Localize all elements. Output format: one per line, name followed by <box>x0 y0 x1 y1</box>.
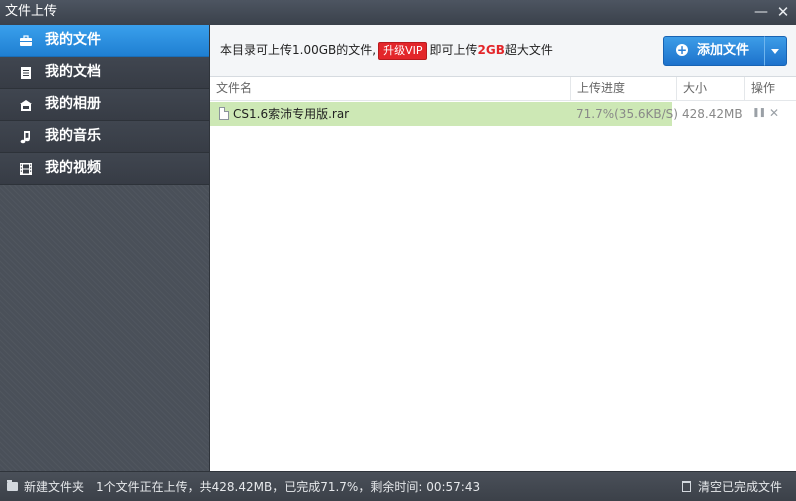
sidebar-item-my-files[interactable]: 我的文件 <box>0 25 209 57</box>
sidebar-item-my-photos[interactable]: 我的相册 <box>0 89 209 121</box>
upload-window: 文件上传 — ✕ 我的文件 我的文档 我的相册 我的音乐 我的视频 本目录可上传… <box>0 0 796 501</box>
quota-highlight: 2GB <box>477 43 505 57</box>
file-icon <box>219 107 229 120</box>
clear-completed-label: 清空已完成文件 <box>698 480 783 494</box>
quota-text-after: 超大文件 <box>504 43 553 57</box>
info-bar: 本目录可上传1.00GB的文件, 升级VIP 即可上传2GB超大文件 + 添加文件 <box>210 25 796 77</box>
sidebar: 我的文件 我的文档 我的相册 我的音乐 我的视频 <box>0 25 210 471</box>
column-header-size[interactable]: 大小 <box>676 77 744 100</box>
cancel-upload-icon[interactable]: ✕ <box>768 106 780 120</box>
quota-message: 本目录可上传1.00GB的文件, 升级VIP 即可上传2GB超大文件 <box>220 41 553 60</box>
quota-text: 本目录可上传1.00GB的文件, <box>220 43 377 57</box>
sidebar-item-label: 我的文档 <box>45 64 101 80</box>
trash-icon <box>682 481 691 492</box>
sidebar-item-my-documents[interactable]: 我的文档 <box>0 57 209 89</box>
pause-icon[interactable]: ❚❚ <box>752 106 766 120</box>
upgrade-vip-button[interactable]: 升级VIP <box>378 42 428 60</box>
folder-icon <box>7 480 18 491</box>
sidebar-item-label: 我的音乐 <box>45 128 101 144</box>
sidebar-item-label: 我的文件 <box>45 32 101 48</box>
column-header-actions: 操作 <box>744 77 796 100</box>
close-button[interactable]: ✕ <box>774 3 792 21</box>
upload-progress-text: 71.7%(35.6KB/S) <box>576 107 678 121</box>
add-file-button[interactable]: + 添加文件 <box>663 36 765 66</box>
file-name: CS1.6索沛专用版.rar <box>233 107 350 121</box>
sidebar-item-my-videos[interactable]: 我的视频 <box>0 153 209 185</box>
plus-icon: + <box>676 43 688 57</box>
status-bar: 新建文件夹 1个文件正在上传，共428.42MB，已完成71.7%，剩余时间: … <box>0 471 796 501</box>
file-table-header: 文件名 上传进度 大小 操作 <box>210 77 796 101</box>
sidebar-item-my-music[interactable]: 我的音乐 <box>0 121 209 153</box>
column-header-progress[interactable]: 上传进度 <box>570 77 676 100</box>
photo-album-icon <box>20 100 32 111</box>
table-row[interactable]: CS1.6索沛专用版.rar 71.7%(35.6KB/S) 428.42MB … <box>210 102 796 126</box>
briefcase-icon <box>20 35 32 46</box>
film-icon <box>20 163 32 175</box>
sidebar-item-label: 我的视频 <box>45 160 101 176</box>
add-file-label: 添加文件 <box>697 43 750 58</box>
file-size: 428.42MB <box>682 107 743 121</box>
document-icon <box>21 67 31 79</box>
add-file-dropdown-button[interactable] <box>764 36 787 66</box>
title-bar: 文件上传 — ✕ <box>0 0 796 25</box>
minimize-button[interactable]: — <box>752 3 770 21</box>
music-note-icon <box>20 131 30 144</box>
upload-status-text: 1个文件正在上传，共428.42MB，已完成71.7%，剩余时间: 00:57:… <box>96 480 481 494</box>
sidebar-item-label: 我的相册 <box>45 96 101 112</box>
quota-text-middle: 即可上传 <box>429 43 478 57</box>
window-title: 文件上传 <box>5 4 58 19</box>
new-folder-label: 新建文件夹 <box>24 480 85 494</box>
column-header-filename[interactable]: 文件名 <box>210 77 570 100</box>
